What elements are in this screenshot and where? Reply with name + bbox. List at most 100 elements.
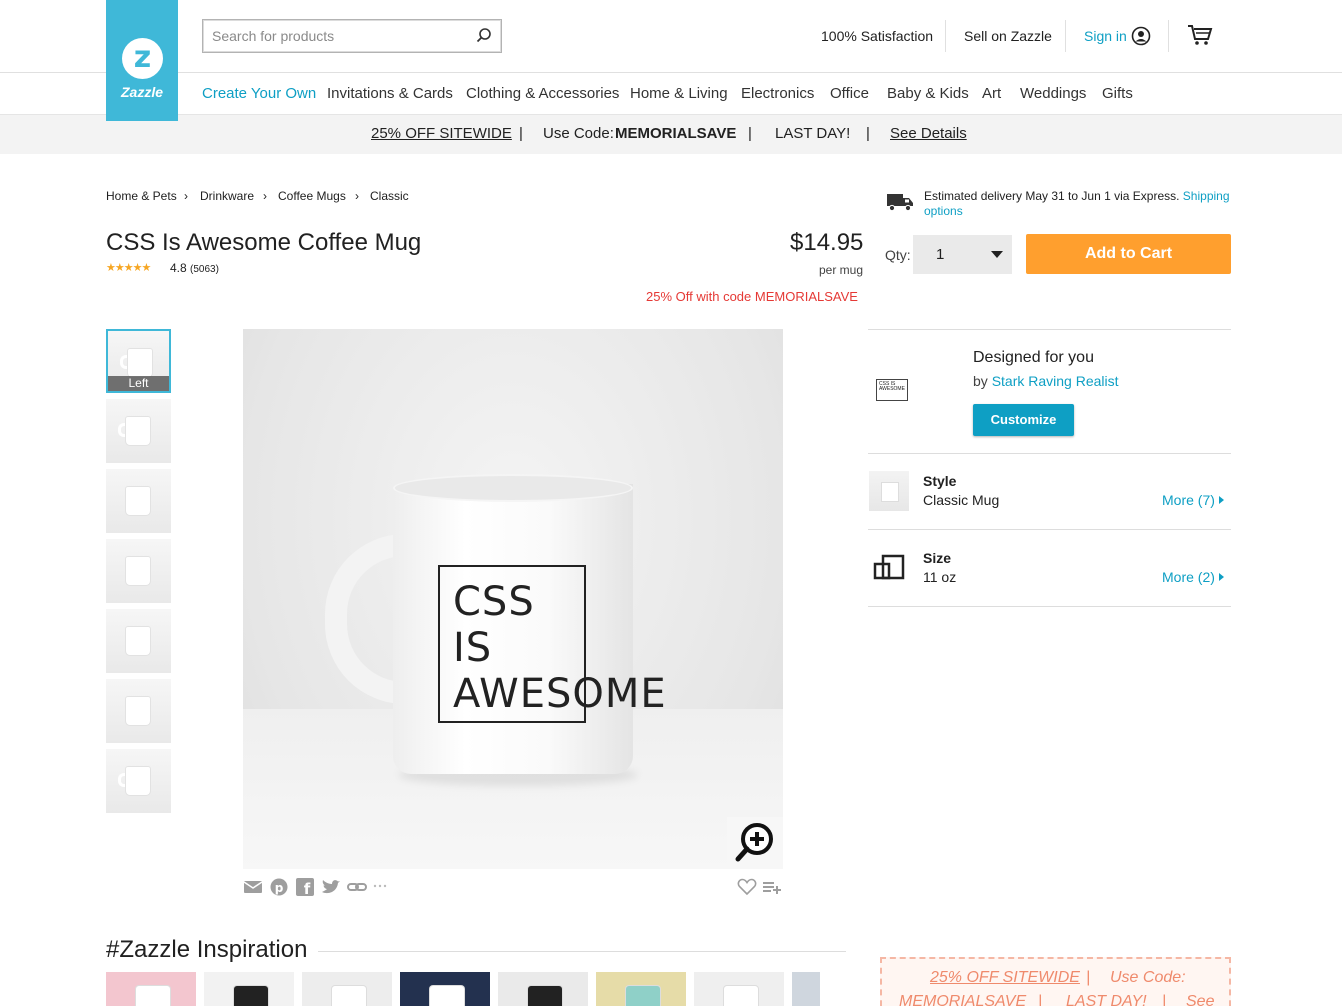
- pinterest-share-icon[interactable]: p: [269, 878, 289, 896]
- inspiration-item[interactable]: [792, 972, 820, 1006]
- add-to-list-icon[interactable]: [762, 878, 782, 896]
- quantity-label: Qty:: [885, 247, 911, 263]
- promo-offer-link[interactable]: 25% OFF SITEWIDE: [371, 125, 512, 142]
- size-more-link[interactable]: More (2): [1162, 569, 1224, 585]
- promo-separator: |: [519, 125, 523, 142]
- promo-code-label: Use Code:: [543, 125, 614, 142]
- cart-icon[interactable]: [1187, 23, 1213, 47]
- divider: [868, 529, 1231, 530]
- rating-stars-icon[interactable]: ★★★★★: [106, 261, 151, 274]
- rating-value: 4.8: [170, 261, 187, 275]
- breadcrumb-home-pets[interactable]: Home & Pets: [106, 189, 177, 203]
- nav-home-living[interactable]: Home & Living: [630, 85, 728, 102]
- bottom-promo-last-day: LAST DAY!: [1066, 993, 1147, 1006]
- inspiration-item[interactable]: [302, 972, 392, 1006]
- mug-rim: [393, 474, 633, 502]
- account-icon[interactable]: [1131, 26, 1151, 46]
- price-unit: per mug: [819, 263, 864, 277]
- delivery-estimate: Estimated delivery May 31 to Jun 1 via E…: [924, 189, 1234, 219]
- thumbnail-view-5[interactable]: [106, 609, 171, 673]
- design-preview-thumbnail[interactable]: CSS IS AWESOME: [876, 379, 908, 401]
- style-thumbnail[interactable]: [869, 471, 909, 511]
- search-icon[interactable]: [475, 27, 493, 45]
- nav-baby-kids[interactable]: Baby & Kids: [887, 85, 969, 102]
- divider: [868, 453, 1231, 454]
- category-nav: Create Your Own Invitations & Cards Clot…: [0, 73, 1342, 114]
- review-count: (5063): [190, 264, 219, 275]
- bottom-promo-code-label: Use Code:: [1110, 969, 1186, 986]
- bottom-promo-code: MEMORIALSAVE: [899, 993, 1027, 1006]
- inspiration-item[interactable]: [694, 972, 784, 1006]
- add-to-cart-button[interactable]: Add to Cart: [1026, 234, 1231, 274]
- style-value: Classic Mug: [923, 492, 1000, 508]
- promo-separator: |: [1086, 969, 1091, 986]
- twitter-share-icon[interactable]: [321, 878, 341, 896]
- email-share-icon[interactable]: [243, 878, 263, 896]
- rating-summary[interactable]: 4.8 (5063): [170, 261, 219, 275]
- breadcrumb-coffee-mugs[interactable]: Coffee Mugs: [278, 189, 346, 203]
- header-divider: [945, 20, 946, 52]
- inspiration-item[interactable]: [498, 972, 588, 1006]
- nav-electronics[interactable]: Electronics: [741, 85, 814, 102]
- nav-weddings[interactable]: Weddings: [1020, 85, 1086, 102]
- bottom-promo-offer: 25% OFF SITEWIDE: [930, 969, 1080, 986]
- thumbnail-left[interactable]: Left: [106, 329, 171, 393]
- thumbnail-view-2[interactable]: [106, 399, 171, 463]
- bottom-promo-banner[interactable]: 25% OFF SITEWIDE | Use Code: MEMORIALSAV…: [880, 957, 1231, 1006]
- thumbnail-view-6[interactable]: [106, 679, 171, 743]
- zoom-icon[interactable]: [727, 817, 783, 869]
- designer-name-link[interactable]: Stark Raving Realist: [992, 373, 1119, 389]
- inspiration-item[interactable]: [106, 972, 196, 1006]
- header-divider: [1065, 20, 1066, 52]
- style-more-link[interactable]: More (7): [1162, 492, 1224, 508]
- promo-banner: 25% OFF SITEWIDE | Use Code: MEMORIALSAV…: [0, 114, 1342, 154]
- delivery-truck-icon: [887, 194, 913, 212]
- thumbnail-view-4[interactable]: [106, 539, 171, 603]
- discount-note: 25% Off with code MEMORIALSAVE: [646, 289, 858, 304]
- size-value: 11 oz: [923, 569, 957, 585]
- quantity-value: 1: [936, 246, 945, 263]
- nav-invitations-cards[interactable]: Invitations & Cards: [327, 85, 453, 102]
- breadcrumb-classic[interactable]: Classic: [370, 189, 409, 203]
- link-share-icon[interactable]: [347, 878, 367, 896]
- nav-create-your-own[interactable]: Create Your Own: [202, 85, 316, 102]
- nav-office[interactable]: Office: [830, 85, 869, 102]
- sell-on-zazzle-link[interactable]: Sell on Zazzle: [964, 28, 1052, 44]
- breadcrumb-drinkware[interactable]: Drinkware: [200, 189, 254, 203]
- see-details-link[interactable]: See Details: [890, 125, 967, 142]
- top-header: 100% Satisfaction Sell on Zazzle Sign in: [0, 0, 1342, 73]
- promo-separator: |: [1038, 993, 1043, 1006]
- size-icon: [873, 554, 905, 580]
- zazzle-logo[interactable]: z Zazzle: [106, 0, 178, 121]
- more-share-icon[interactable]: [372, 878, 388, 896]
- satisfaction-link[interactable]: 100% Satisfaction: [821, 28, 933, 44]
- svg-text:p: p: [275, 881, 284, 895]
- mug-print-text: CSS IS AWESOME: [453, 579, 667, 717]
- quantity-select[interactable]: 1: [913, 235, 1012, 274]
- thumbnail-view-3[interactable]: [106, 469, 171, 533]
- nav-art[interactable]: Art: [982, 85, 1001, 102]
- promo-code: MEMORIALSAVE: [615, 125, 737, 142]
- sign-in-link[interactable]: Sign in: [1084, 28, 1127, 44]
- inspiration-item[interactable]: [596, 972, 686, 1006]
- designer-by-label: by: [973, 373, 988, 389]
- facebook-share-icon[interactable]: f: [295, 878, 315, 896]
- thumbnail-view-7[interactable]: [106, 749, 171, 813]
- chevron-down-icon: [991, 251, 1003, 258]
- nav-clothing-accessories[interactable]: Clothing & Accessories: [466, 85, 619, 102]
- promo-separator: |: [748, 125, 752, 142]
- divider: [318, 951, 846, 952]
- favorite-heart-icon[interactable]: [737, 878, 757, 896]
- bottom-promo-see-link: See: [1186, 993, 1215, 1006]
- delivery-text: Estimated delivery May 31 to Jun 1 via E…: [924, 189, 1180, 203]
- search-box[interactable]: [202, 19, 502, 53]
- promo-last-day: LAST DAY!: [775, 125, 851, 142]
- inspiration-item[interactable]: [400, 972, 490, 1006]
- size-label: Size: [923, 550, 952, 566]
- thumbnail-label: Left: [108, 376, 169, 391]
- inspiration-item[interactable]: [204, 972, 294, 1006]
- customize-button[interactable]: Customize: [973, 404, 1074, 436]
- product-main-image[interactable]: CSS IS AWESOME: [243, 329, 783, 869]
- search-input[interactable]: [203, 20, 463, 52]
- nav-gifts[interactable]: Gifts: [1102, 85, 1133, 102]
